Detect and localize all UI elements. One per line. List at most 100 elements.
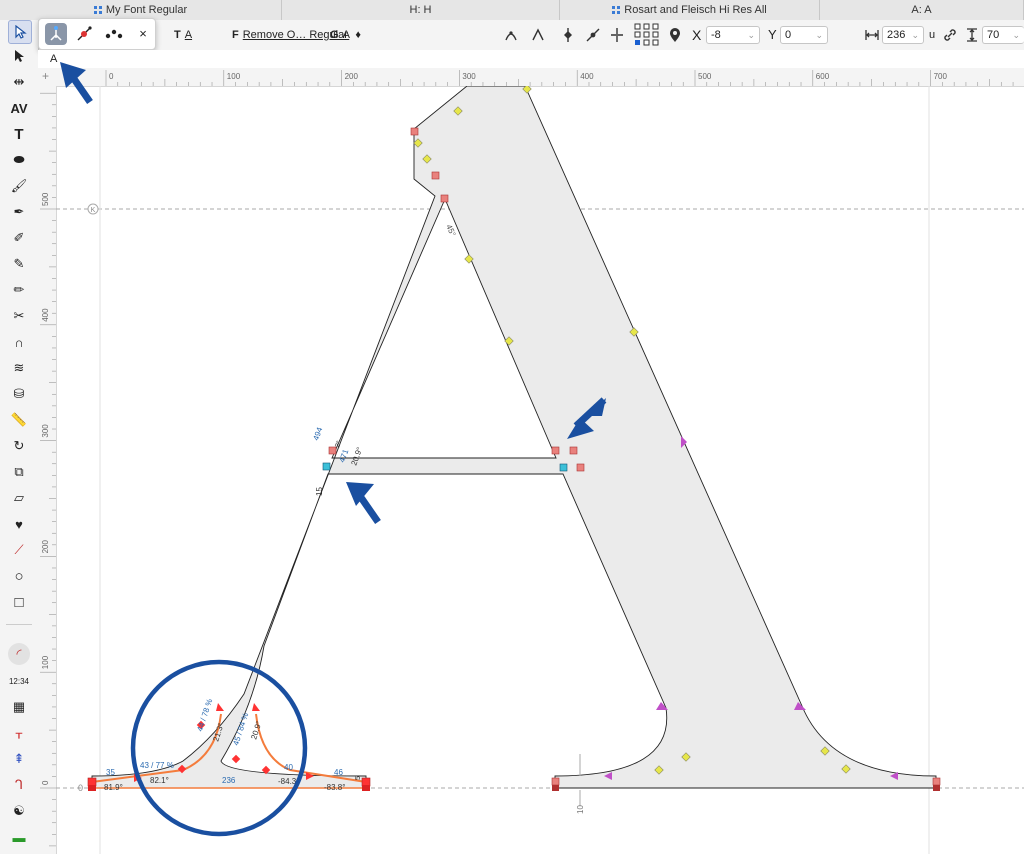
pen-tool[interactable]: ✒	[8, 201, 30, 223]
node-serif-right-handle[interactable]	[231, 754, 241, 764]
popup-close-button[interactable]: ×	[135, 23, 151, 45]
node-foot-right-left-base[interactable]	[552, 785, 559, 791]
node-serif-right-top[interactable]	[252, 703, 260, 711]
location-pin-icon[interactable]	[667, 27, 683, 43]
ruler-label: 100	[41, 655, 50, 669]
node-bar-right-top-2[interactable]	[569, 446, 578, 455]
tool-options-popup: ×	[38, 18, 156, 50]
node-foot-right-right[interactable]	[932, 777, 941, 786]
annotation-arrow-top-left	[60, 62, 93, 104]
chevron-down-icon[interactable]: ⌄	[815, 27, 823, 43]
grid-panel-button[interactable]: ▦	[8, 696, 30, 718]
guide-panel-button[interactable]: ᚁ	[8, 722, 30, 744]
square-icon: □	[14, 593, 24, 611]
chevron-down-icon[interactable]: ⌄	[747, 27, 755, 43]
measure-tool[interactable]: 📏	[8, 409, 30, 431]
circle-icon: ○	[14, 567, 24, 585]
popup-option-2[interactable]	[73, 23, 95, 45]
tab-1[interactable]: My Font Regular	[0, 0, 282, 20]
ellipse-tool[interactable]: ○	[8, 565, 30, 587]
y-position-field[interactable]: 0 ⌄	[780, 26, 828, 44]
scale-tool[interactable]: ⧉	[8, 461, 30, 483]
zones-icon: ⇞	[13, 751, 25, 766]
chevron-down-icon[interactable]: ⌄	[911, 27, 919, 43]
link-icon[interactable]	[942, 27, 958, 43]
break-node-icon[interactable]	[609, 27, 625, 43]
kerning-tool[interactable]: AV	[8, 97, 30, 119]
pencil-tool[interactable]: ✏	[8, 279, 30, 301]
guide-icon: ᚁ	[15, 725, 23, 740]
rotate-tool[interactable]: ↻	[8, 435, 30, 457]
glyph-outline-a[interactable]	[91, 85, 937, 789]
clock-panel-button[interactable]: 12:34	[8, 670, 30, 692]
tab-4[interactable]: A: A	[820, 0, 1024, 20]
green-panel-button[interactable]: ▬	[8, 826, 30, 848]
height-field[interactable]: 70 ⌄	[982, 26, 1024, 44]
vertical-ruler[interactable]: 500 400 300 200 100 0	[38, 86, 57, 854]
eyedropper-tool[interactable]: ⟋	[8, 539, 30, 561]
hook-panel-button[interactable]: ᒉ	[8, 774, 30, 796]
rectangle-tool[interactable]: □	[8, 591, 30, 613]
x-position-field[interactable]: -8 ⌄	[706, 26, 760, 44]
glyph-canvas[interactable]: K 0 45° 494 471 20.9° 2° 15 10 44 / 78 %…	[56, 84, 1024, 854]
hook-icon: ᒉ	[14, 777, 24, 792]
node-bar-right-top[interactable]	[551, 446, 560, 455]
pointer-tool[interactable]	[8, 20, 32, 44]
eraser-tool[interactable]: ⬬	[8, 149, 30, 171]
text-field[interactable]: A	[185, 29, 192, 41]
corner-node-icon[interactable]	[530, 27, 546, 43]
blue-zones-button[interactable]: ⇞	[8, 748, 30, 770]
width-field[interactable]: 236 ⌄	[882, 26, 924, 44]
node-foot-right-right-base[interactable]	[933, 785, 940, 791]
node-serif-left-top[interactable]	[216, 703, 224, 711]
text-icon: T	[14, 125, 24, 143]
magnet-tool[interactable]: ∩	[8, 331, 30, 353]
heart-icon: ♥	[15, 516, 23, 532]
tangent-node-icon[interactable]	[560, 27, 576, 43]
node-foot-left-left[interactable]	[87, 777, 97, 787]
node-foot-left-right[interactable]	[361, 777, 371, 787]
node-foot-right-left[interactable]	[551, 777, 560, 786]
node-bar-left-bottom[interactable]	[322, 462, 331, 471]
ruler-label: 100	[227, 72, 241, 81]
reference-point-grid-icon[interactable]	[634, 23, 660, 47]
foot-left2-label: 43 / 77 %	[140, 761, 174, 770]
popup-option-1[interactable]	[45, 23, 67, 45]
heart-tool[interactable]: ♥	[8, 513, 30, 535]
node-apex-inner[interactable]	[440, 194, 449, 203]
rapid-pen-tool[interactable]: ✐	[8, 227, 30, 249]
font-grid-icon	[612, 6, 621, 14]
metrics-tool[interactable]: ⇹	[8, 71, 30, 93]
node-foot-left-left-base[interactable]	[88, 785, 96, 791]
yin-yang-button[interactable]: ☯	[8, 800, 30, 822]
curve-node-icon[interactable]	[503, 27, 519, 43]
units-label: u	[929, 29, 936, 41]
smooth-node-icon[interactable]	[585, 27, 601, 43]
curvature-panel-button[interactable]: ◜	[8, 643, 30, 665]
node-bar-right-bottom[interactable]	[559, 463, 568, 472]
brush-tool[interactable]: 🖌	[8, 175, 30, 197]
text-field-group[interactable]: TA	[174, 20, 192, 50]
node-bar-left-top[interactable]	[328, 446, 337, 455]
rake-tool[interactable]: ≋	[8, 357, 30, 379]
node-bar-right-bottom-2[interactable]	[576, 463, 585, 472]
slant-tool[interactable]: ▱	[8, 487, 30, 509]
glyph-select-group[interactable]: GA ♦	[330, 20, 361, 50]
knife-tool[interactable]: ✂	[8, 305, 30, 327]
node-apex-left[interactable]	[410, 127, 419, 136]
text-tool[interactable]: T	[8, 123, 30, 145]
serif-right-curve[interactable]	[255, 713, 367, 783]
chevron-down-icon[interactable]: ⌄	[1012, 27, 1020, 43]
tab-3[interactable]: Rosart and Fleisch Hi Res All	[560, 0, 820, 20]
power-pen-tool[interactable]: ✎	[8, 253, 30, 275]
glyph-stamp-icon[interactable]: ♦	[355, 29, 361, 41]
node-foot-left-right-base[interactable]	[362, 785, 370, 791]
contour-select-tool[interactable]	[8, 45, 30, 67]
popup-option-3[interactable]	[103, 23, 125, 45]
tab-2[interactable]: H: H	[282, 0, 560, 20]
glyph-edit-area[interactable]: K 0 45° 494 471 20.9° 2° 15 10 44 / 78 %…	[56, 84, 1024, 854]
horizontal-ruler[interactable]: 0 100 200 300 400 500 600 700	[56, 68, 1024, 87]
glyph-field[interactable]: A	[343, 29, 350, 41]
fill-tool[interactable]: ⛁	[8, 383, 30, 405]
node-apex-left-2[interactable]	[431, 171, 440, 180]
